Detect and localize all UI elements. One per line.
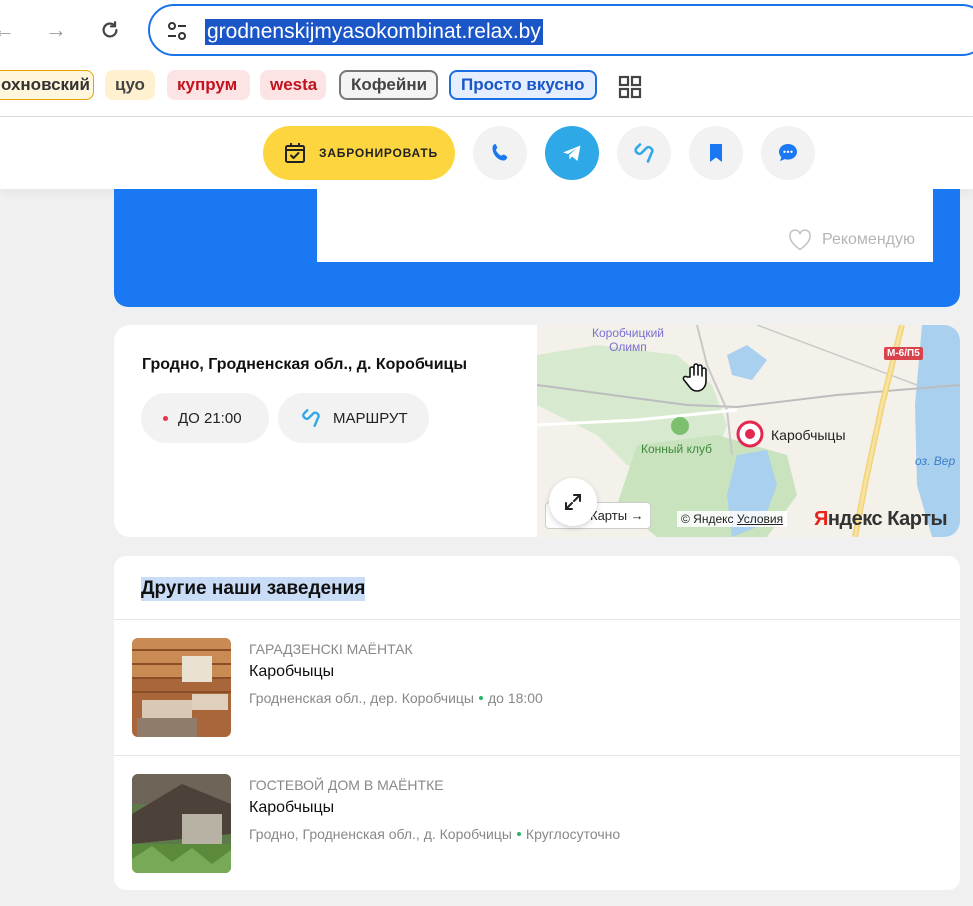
open-status-dot <box>478 696 483 700</box>
action-bar: ЗАБРОНИРОВАТЬ <box>0 117 973 189</box>
place-category: ГОСТЕВОЙ ДОМ В МАЁНТКЕ <box>249 777 444 793</box>
other-places-card: Другие наши заведения ГАРАДЗЕНСКІ МАЁНТА… <box>114 556 960 890</box>
expand-map-button[interactable] <box>549 478 597 526</box>
route-icon <box>302 409 320 427</box>
place-name[interactable]: Каробчыцы <box>249 799 334 817</box>
chat-button[interactable] <box>761 126 815 180</box>
place-hours: Круглосуточно <box>525 826 621 842</box>
heart-icon <box>789 229 811 251</box>
address-bar[interactable]: grodnenskijmyasokombinat.relax.by <box>148 4 973 56</box>
place-hours: до 18:00 <box>487 690 543 706</box>
bookmark-icon <box>710 144 722 162</box>
calendar-check-icon <box>285 143 305 163</box>
place-item[interactable]: ГОСТЕВОЙ ДОМ В МАЁНТКЕ Каробчыцы Гродно,… <box>132 774 932 874</box>
bookmark-chip[interactable]: цуо <box>105 70 155 100</box>
book-button[interactable]: ЗАБРОНИРОВАТЬ <box>263 126 455 180</box>
place-meta: Гродно, Гродненская обл., д. Коробчицы К… <box>249 826 620 842</box>
bookmark-chip[interactable]: Кофейни <box>339 70 438 100</box>
url-text[interactable]: grodnenskijmyasokombinat.relax.by <box>205 19 543 45</box>
review-card: Рекомендую <box>114 189 960 307</box>
bookmarks-bar: охновский цуо купрум westa Кофейни Прост… <box>0 68 973 102</box>
road-sign: М-6/П5 <box>884 347 923 360</box>
place-address: Гродненская обл., дер. Коробчицы <box>249 690 474 706</box>
divider <box>114 619 960 620</box>
place-item[interactable]: ГАРАДЗЕНСКІ МАЁНТАК Каробчыцы Гродненска… <box>132 638 932 738</box>
route-label: МАРШРУТ <box>333 409 408 427</box>
book-button-label: ЗАБРОНИРОВАТЬ <box>319 146 438 160</box>
place-thumbnail[interactable] <box>132 638 231 737</box>
address-text: Гродно, Гродненская обл., д. Коробчицы <box>142 356 468 373</box>
divider <box>114 755 960 756</box>
route-icon <box>634 143 654 163</box>
hours-label: ДО 21:00 <box>178 409 242 427</box>
phone-icon <box>492 144 508 161</box>
open-status-dot <box>516 832 521 836</box>
map-terms-link[interactable]: Условия <box>737 512 783 526</box>
call-button[interactable] <box>473 126 527 180</box>
bookmark-chip[interactable]: купрум <box>167 70 250 100</box>
map-poi-horse-club: Конный клуб <box>641 442 712 456</box>
other-places-title: Другие наши заведения <box>141 577 366 601</box>
browser-toolbar: ← → grodnenskijmyasokombinat.relax.by ох… <box>0 0 973 117</box>
map-poi-olimp: Коробчицкий Олимп <box>592 326 664 354</box>
expand-icon <box>565 494 581 510</box>
hours-button[interactable]: ДО 21:00 <box>141 393 269 443</box>
route-button[interactable] <box>617 126 671 180</box>
telegram-button[interactable] <box>545 126 599 180</box>
map-copyright: © Яндекс Условия <box>677 511 788 527</box>
place-thumbnail[interactable] <box>132 774 231 873</box>
telegram-icon <box>563 145 581 161</box>
recommend-button[interactable]: Рекомендую <box>788 229 915 251</box>
map-lake-label: оз. Вер <box>915 454 956 468</box>
save-bookmark-button[interactable] <box>689 126 743 180</box>
route-pill-button[interactable]: МАРШРУТ <box>278 393 429 443</box>
hand-cursor-icon <box>682 363 707 392</box>
bookmark-chip[interactable]: охновский <box>0 70 94 100</box>
forward-arrow-icon[interactable]: → <box>40 14 72 46</box>
reload-icon[interactable] <box>94 14 126 46</box>
closed-status-dot <box>163 415 168 421</box>
map-widget[interactable]: Коробчицкий Олимп М-6/П5 Конный клуб оз.… <box>537 325 960 537</box>
site-settings-icon[interactable] <box>164 18 190 44</box>
place-name[interactable]: Каробчыцы <box>249 663 334 681</box>
back-arrow-icon[interactable]: ← <box>0 14 20 46</box>
yandex-maps-logo: Яндекс Карты <box>814 508 948 530</box>
bookmark-chip[interactable]: westa <box>260 70 326 100</box>
location-pin-icon <box>736 420 764 448</box>
recommend-label: Рекомендую <box>821 231 915 248</box>
apps-grid-icon[interactable] <box>618 75 642 99</box>
place-category: ГАРАДЗЕНСКІ МАЁНТАК <box>249 641 413 657</box>
place-meta: Гродненская обл., дер. Коробчицы до 18:0… <box>249 690 543 706</box>
bookmark-chip[interactable]: Просто вкусно <box>449 70 597 100</box>
chat-icon <box>779 144 797 161</box>
location-card: Гродно, Гродненская обл., д. Коробчицы Д… <box>114 325 960 537</box>
review-box: Рекомендую <box>317 189 933 262</box>
place-address: Гродно, Гродненская обл., д. Коробчицы <box>249 826 512 842</box>
map-place-label: Каробчыцы <box>771 427 846 443</box>
